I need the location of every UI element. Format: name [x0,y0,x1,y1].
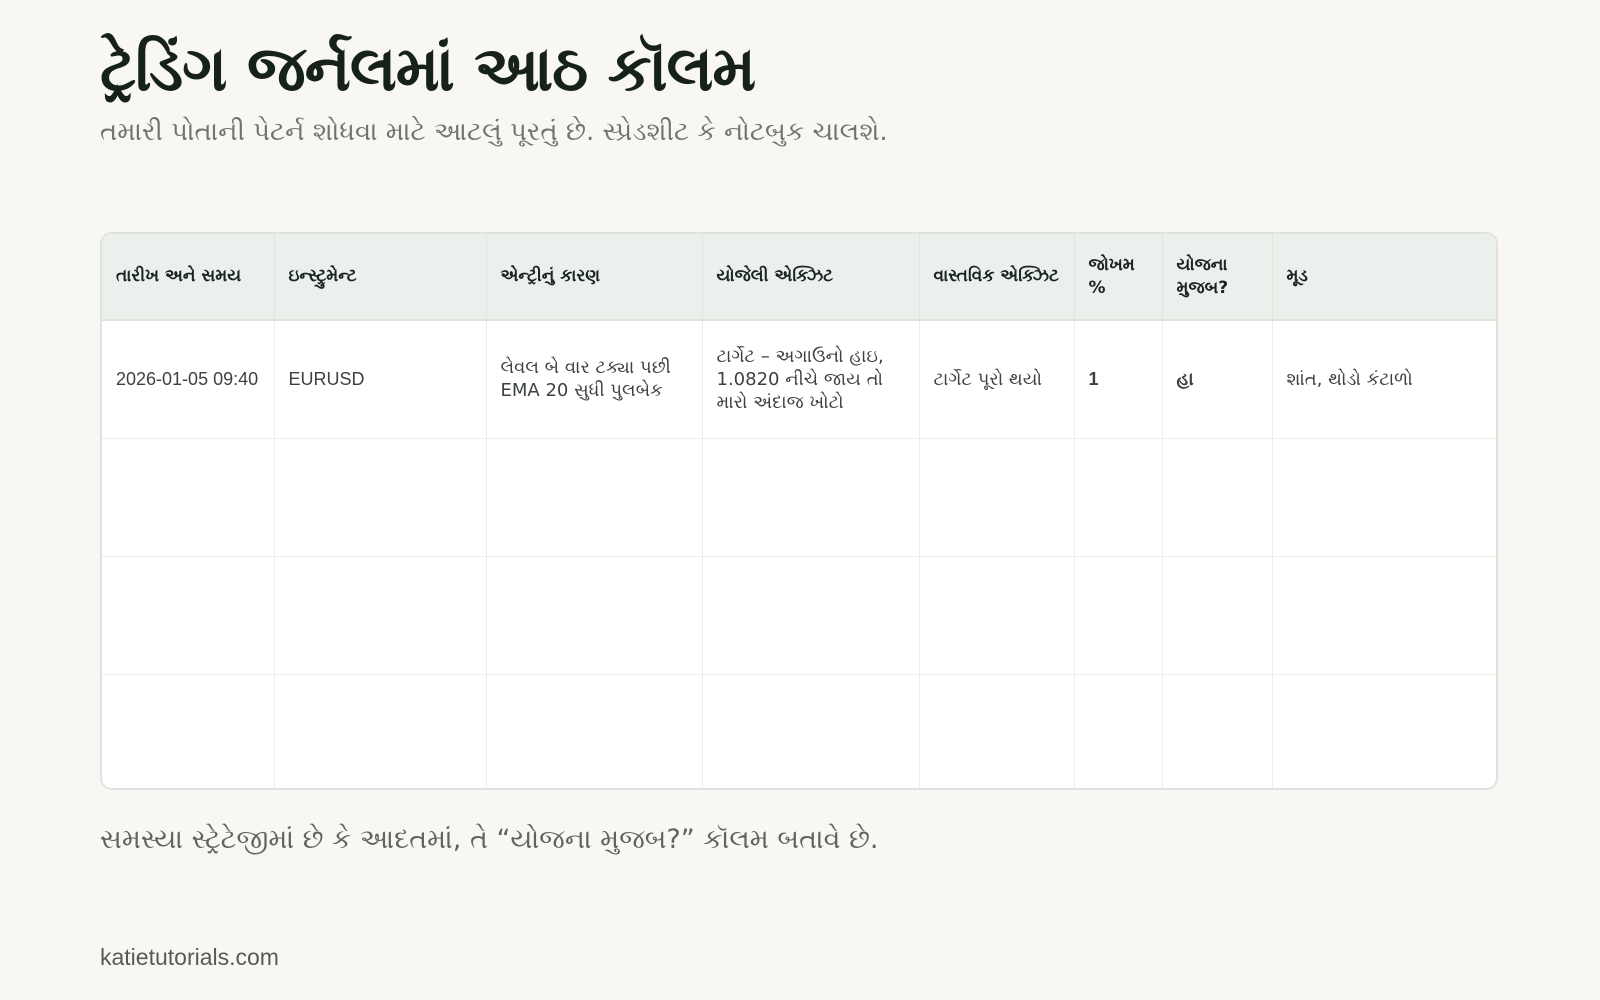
empty-cell [702,438,920,557]
cell-per-plan: હા [1162,320,1273,439]
empty-cell [274,438,487,557]
empty-cell [1074,674,1163,788]
column-header-entry-reason: એન્ટ્રીનું કારણ [486,234,703,321]
empty-cell [1272,556,1496,675]
table-row: 2026-01-05 09:40 EURUSD લેવલ બે વાર ટક્ય… [102,320,1496,439]
site-link[interactable]: katietutorials.com [100,944,279,971]
column-header-per-plan: યોજના મુજબ? [1162,234,1273,321]
empty-cell [486,438,703,557]
column-header-risk: જોખમ % [1074,234,1163,321]
empty-cell [919,438,1075,557]
empty-cell [486,556,703,675]
column-header-planned-exit: યોજેલી એક્ઝિટ [702,234,920,321]
cell-datetime: 2026-01-05 09:40 [102,320,275,439]
column-header-instrument: ઇન્સ્ટ્રુમેન્ટ [274,234,487,321]
empty-table-row [102,438,1496,557]
empty-cell [702,556,920,675]
column-header-datetime: તારીખ અને સમય [102,234,275,321]
empty-cell [1074,438,1163,557]
journal-table: તારીખ અને સમય ઇન્સ્ટ્રુમેન્ટ એન્ટ્રીનું … [102,234,1496,788]
empty-cell [1272,438,1496,557]
cell-mood: શાંત, થોડો કંટાળો [1272,320,1496,439]
empty-cell [274,674,487,788]
cell-actual-exit: ટાર્ગેટ પૂરો થયો [919,320,1075,439]
empty-cell [1162,674,1273,788]
empty-cell [274,556,487,675]
empty-cell [486,674,703,788]
empty-cell [1162,556,1273,675]
empty-cell [1162,438,1273,557]
empty-cell [102,556,275,675]
empty-cell [102,438,275,557]
empty-cell [919,556,1075,675]
empty-table-row [102,674,1496,788]
footer-note: સમસ્યા સ્ટ્રેટેજીમાં છે કે આદતમાં, તે “ય… [100,824,879,855]
cell-planned-exit: ટાર્ગેટ – અગાઉનો હાઇ, 1.0820 નીચે જાય તો… [702,320,920,439]
empty-cell [702,674,920,788]
column-header-mood: મૂડ [1272,234,1496,321]
journal-table-card: તારીખ અને સમય ઇન્સ્ટ્રુમેન્ટ એન્ટ્રીનું … [100,232,1498,790]
cell-risk: 1 [1074,320,1163,439]
table-header-row: તારીખ અને સમય ઇન્સ્ટ્રુમેન્ટ એન્ટ્રીનું … [102,234,1496,321]
empty-cell [1074,556,1163,675]
empty-table-row [102,556,1496,675]
empty-cell [1272,674,1496,788]
empty-cell [919,674,1075,788]
column-header-actual-exit: વાસ્તવિક એક્ઝિટ [919,234,1075,321]
page-subtitle: તમારી પોતાની પેટર્ન શોધવા માટે આટલું પૂર… [100,117,888,147]
empty-cell [102,674,275,788]
cell-instrument: EURUSD [274,320,487,439]
page-title: ટ્રેડિંગ જર્નલમાં આઠ કૉલમ [100,32,756,105]
cell-entry-reason: લેવલ બે વાર ટક્યા પછી EMA 20 સુધી પુલબેક [486,320,703,439]
